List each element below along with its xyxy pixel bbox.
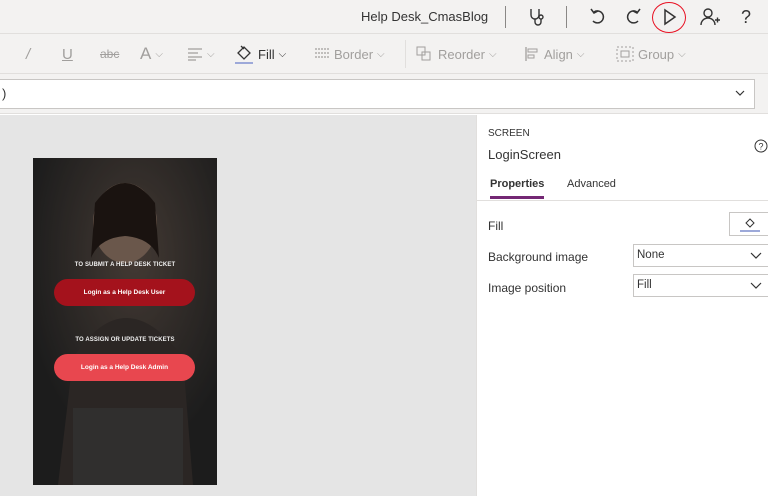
formula-input[interactable]: ) [0, 79, 755, 109]
border-icon [315, 48, 329, 58]
group-button[interactable]: Group ⌵ [616, 43, 686, 65]
chevron-down-icon: ⌵ [377, 48, 385, 60]
reorder-label: Reorder [438, 46, 485, 62]
screen-name: LoginScreen [488, 147, 561, 162]
tab-divider [477, 200, 768, 201]
background-image-value: None [637, 249, 665, 261]
fill-button[interactable]: Fill ⌵ [234, 43, 286, 65]
paint-bucket-icon [740, 218, 760, 232]
tab-advanced[interactable]: Advanced [567, 178, 616, 196]
background-photo [33, 158, 217, 485]
formula-bar: ) [0, 74, 768, 114]
play-icon[interactable] [656, 4, 682, 30]
redo-icon[interactable] [620, 4, 646, 30]
help-circle-icon[interactable]: ? [754, 139, 768, 158]
italic-icon: / [26, 45, 31, 63]
align-icon [525, 47, 538, 61]
border-label: Border [334, 46, 374, 62]
chevron-down-icon [750, 250, 762, 265]
stethoscope-icon[interactable] [524, 4, 550, 30]
add-user-icon[interactable] [697, 4, 723, 30]
help-desk-user-login-button[interactable]: Login as a Help Desk User [54, 279, 195, 306]
text-align-icon [188, 48, 202, 61]
title-bar: Help Desk_CmasBlog ? [0, 0, 768, 34]
titlebar-separator [566, 6, 567, 28]
chevron-down-icon: ⌵ [207, 48, 215, 60]
properties-panel: SCREEN LoginScreen ? Properties Advanced… [476, 115, 768, 496]
font-icon: A [140, 44, 152, 63]
background-image-select[interactable]: None [633, 244, 768, 267]
fill-color-picker[interactable] [729, 212, 768, 236]
align-label: Align [544, 46, 573, 62]
admin-section-label: TO ASSIGN OR UPDATE TICKETS [75, 337, 175, 343]
underline-icon: U [62, 45, 73, 63]
fill-label: Fill [258, 46, 275, 62]
reorder-icon [416, 46, 431, 61]
font-size-button[interactable]: A ⌵ [140, 43, 163, 65]
align-button[interactable]: Align ⌵ [524, 43, 585, 65]
group-label: Group [638, 46, 675, 62]
strikethrough-button[interactable]: abc [100, 43, 119, 65]
underline-button[interactable]: U [62, 43, 73, 65]
undo-icon[interactable] [585, 4, 611, 30]
formula-text: ) [2, 86, 7, 101]
chevron-down-icon: ⌵ [576, 48, 585, 60]
panel-kind: SCREEN [488, 128, 530, 139]
group-icon [616, 46, 634, 62]
reorder-button[interactable]: Reorder ⌵ [416, 43, 497, 65]
paint-bucket-icon [235, 45, 253, 64]
image-position-label: Image position [488, 281, 567, 295]
image-position-select[interactable]: Fill [633, 274, 768, 297]
strikethrough-icon: abc [100, 47, 120, 61]
text-align-button[interactable]: ⌵ [187, 43, 215, 65]
titlebar-separator [505, 6, 506, 28]
help-desk-admin-login-button[interactable]: Login as a Help Desk Admin [54, 354, 195, 381]
chevron-down-icon: ⌵ [488, 48, 497, 60]
background-image-label: Background image [488, 250, 589, 264]
image-position-value: Fill [637, 279, 652, 291]
format-toolbar: / U abc A ⌵ ⌵ Fill ⌵ Border ⌵ Reorder ⌵ A… [0, 34, 768, 74]
app-title: Help Desk_CmasBlog [361, 9, 489, 24]
toolbar-separator [405, 40, 406, 68]
chevron-down-icon: ⌵ [278, 48, 287, 60]
help-icon[interactable]: ? [733, 4, 759, 30]
svg-text:?: ? [758, 142, 763, 152]
chevron-down-icon: ⌵ [678, 48, 686, 60]
fill-property-label: Fill [488, 219, 504, 233]
app-screen-preview[interactable]: TO SUBMIT A HELP DESK TICKET Login as a … [33, 158, 217, 485]
chevron-down-icon [750, 280, 762, 295]
italic-button[interactable]: / [26, 43, 30, 65]
border-button[interactable]: Border ⌵ [314, 43, 385, 65]
user-section-label: TO SUBMIT A HELP DESK TICKET [74, 262, 176, 268]
chevron-down-icon: ⌵ [155, 48, 163, 60]
design-canvas[interactable]: TO SUBMIT A HELP DESK TICKET Login as a … [0, 115, 476, 496]
chevron-down-icon[interactable] [734, 87, 746, 102]
tab-properties[interactable]: Properties [490, 178, 545, 199]
